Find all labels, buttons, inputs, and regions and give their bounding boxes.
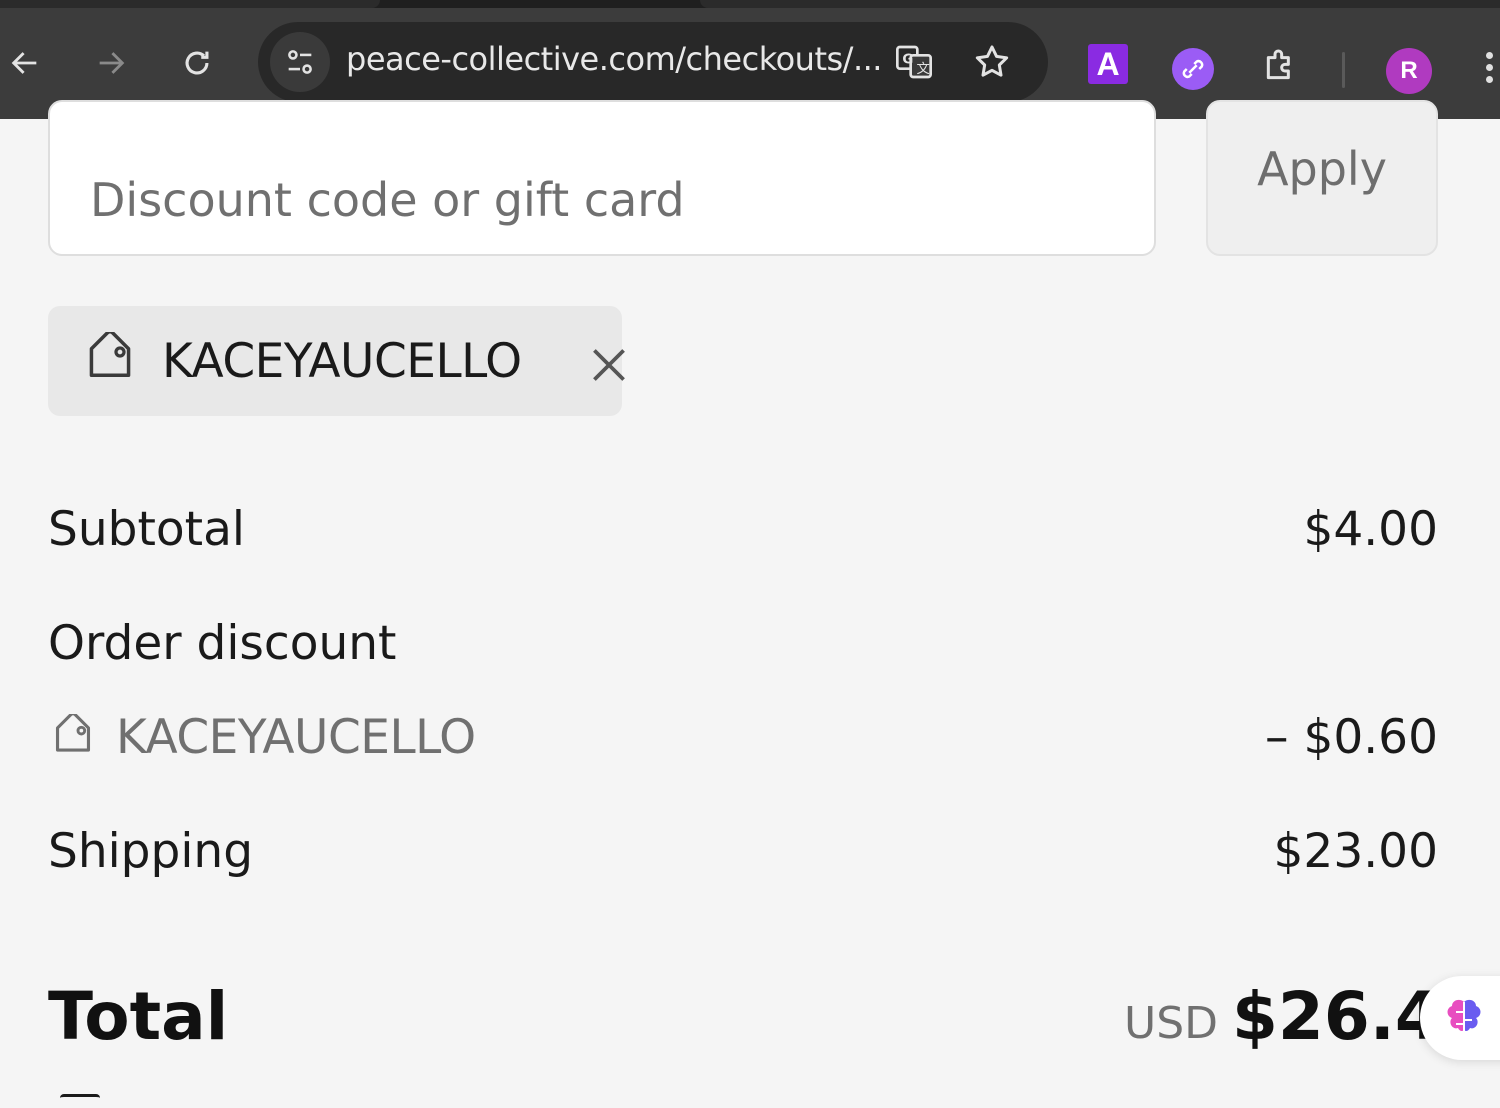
bookmark-button[interactable]	[970, 40, 1014, 84]
discount-code-input[interactable]	[48, 100, 1156, 256]
link-icon	[1182, 59, 1204, 79]
translate-icon: G 文	[896, 45, 932, 79]
shipping-value: $23.00	[1273, 824, 1438, 879]
reload-icon	[185, 51, 209, 75]
tab[interactable]	[0, 0, 380, 8]
extension-link-button[interactable]	[1172, 48, 1214, 90]
apply-button[interactable]: Apply	[1206, 100, 1438, 256]
cutoff-content	[60, 1094, 540, 1108]
svg-text:G: G	[902, 53, 913, 68]
total-currency: USD	[1124, 998, 1219, 1049]
total-label: Total	[48, 978, 229, 1055]
tag-icon	[89, 332, 131, 378]
assistant-button[interactable]	[1420, 976, 1500, 1060]
site-info-button[interactable]	[270, 32, 330, 92]
browser-menu-button[interactable]	[1486, 52, 1500, 92]
toolbar-separator	[1342, 52, 1345, 88]
brain-icon	[1447, 999, 1481, 1034]
order-discount-label: Order discount	[48, 616, 397, 671]
applied-code-label: KACEYAUCELLO	[162, 334, 522, 389]
profile-avatar[interactable]: R	[1386, 48, 1432, 94]
address-bar[interactable]: peace-collective.com/checkouts/... G 文	[258, 22, 1048, 102]
url-text[interactable]: peace-collective.com/checkouts/...	[346, 40, 882, 78]
forward-button[interactable]	[86, 38, 136, 88]
shipping-label: Shipping	[48, 824, 254, 879]
translate-button[interactable]: G 文	[892, 40, 936, 84]
reload-button[interactable]	[172, 38, 222, 88]
tune-icon	[288, 50, 312, 74]
puzzle-icon	[1266, 49, 1290, 80]
discount-code-text: KACEYAUCELLO	[116, 710, 476, 765]
tab[interactable]	[700, 0, 1500, 8]
extensions-button[interactable]	[1258, 44, 1302, 88]
applied-discount-chip: KACEYAUCELLO	[48, 306, 625, 416]
subtotal-value: $4.00	[1303, 502, 1438, 557]
discount-value: – $0.60	[1265, 710, 1438, 765]
back-arrow-icon	[11, 52, 37, 74]
subtotal-label: Subtotal	[48, 502, 245, 557]
tag-icon	[55, 714, 91, 752]
back-button[interactable]	[0, 38, 50, 88]
close-icon[interactable]	[584, 340, 634, 390]
star-icon	[975, 45, 1009, 77]
forward-arrow-icon	[99, 52, 125, 74]
svg-text:文: 文	[917, 61, 930, 77]
extension-a-button[interactable]: A	[1088, 44, 1128, 84]
